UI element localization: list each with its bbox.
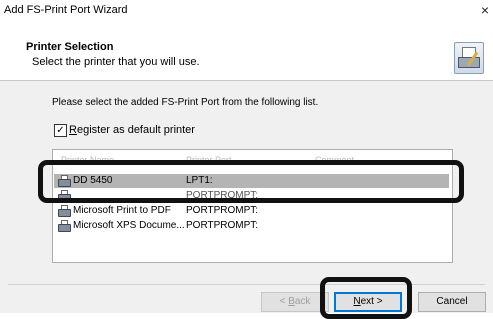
printer-row-microsoft-xps-document[interactable]: Microsoft XPS Docume... PORTPROMPT:: [54, 219, 449, 233]
instruction-text: Please select the added FS-Print Port fr…: [52, 97, 319, 108]
printer-icon: [58, 220, 71, 232]
default-printer-checkbox-label[interactable]: Register as default printer: [69, 124, 195, 136]
cancel-button[interactable]: Cancel: [418, 292, 486, 312]
printer-name: Microsoft XPS Docume...: [73, 220, 185, 231]
back-button-prefix: <: [279, 296, 289, 307]
printer-port: PORTPROMPT:: [186, 190, 259, 201]
wizard-header: Printer Selection Select the printer tha…: [0, 22, 493, 81]
back-button[interactable]: < Back: [261, 292, 329, 312]
page-subtitle: Select the printer that you will use.: [32, 56, 200, 68]
printer-icon: [58, 175, 71, 187]
printer-name: Microsoft Print to PDF: [73, 205, 171, 216]
wizard-window: Add FS-Print Port Wizard × Printer Selec…: [0, 0, 493, 313]
column-header-comment[interactable]: Comment: [315, 155, 354, 165]
column-header-port[interactable]: Printer Port: [186, 155, 232, 165]
printer-port: PORTPROMPT:: [186, 205, 259, 216]
window-title: Add FS-Print Port Wizard: [4, 4, 128, 16]
default-printer-checkbox[interactable]: ✓: [54, 124, 67, 137]
printer-icon: [58, 190, 71, 202]
column-header-name[interactable]: Printer Name: [61, 155, 114, 165]
next-button[interactable]: Next >: [334, 292, 402, 312]
title-bar: Add FS-Print Port Wizard ×: [0, 0, 493, 22]
printer-row-dd-5450[interactable]: DD 5450 LPT1:: [54, 174, 449, 188]
printer-list[interactable]: Printer Name Printer Port Comment DD 545…: [52, 149, 453, 263]
printer-port: LPT1:: [186, 175, 213, 186]
checkbox-label-text: egister as default printer: [76, 124, 195, 136]
close-icon[interactable]: ×: [481, 2, 489, 18]
next-button-accelerator: N: [353, 296, 361, 307]
printer-row-hidden[interactable]: PORTPROMPT:: [54, 189, 449, 203]
next-button-text: ext >: [360, 296, 383, 307]
printer-name: DD 5450: [73, 175, 113, 186]
back-button-accelerator: B: [288, 296, 295, 307]
back-button-text: ack: [294, 296, 311, 307]
printer-icon: [58, 205, 71, 217]
page-title: Printer Selection: [26, 41, 114, 53]
footer-divider: [8, 284, 485, 285]
checkbox-label-accelerator: R: [69, 124, 77, 136]
printer-row-microsoft-print-to-pdf[interactable]: Microsoft Print to PDF PORTPROMPT:: [54, 204, 449, 218]
printer-wizard-icon: [454, 42, 484, 74]
printer-port: PORTPROMPT:: [186, 220, 259, 231]
